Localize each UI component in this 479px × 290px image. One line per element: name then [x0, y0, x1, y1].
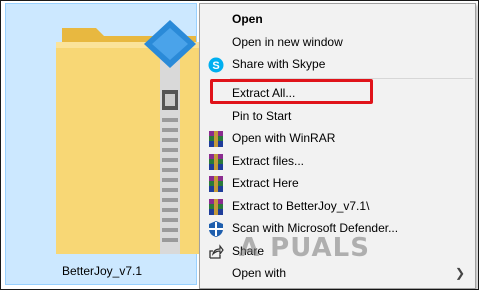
menu-item-share-with-skype[interactable]: S Share with Skype: [200, 53, 475, 76]
menu-item-label: Open with: [232, 266, 287, 280]
menu-item-extract-here[interactable]: Extract Here: [200, 172, 475, 195]
chevron-right-icon: ❯: [454, 266, 465, 280]
menu-item-open-with[interactable]: Open with ❯: [200, 262, 475, 285]
menu-item-label: Open in new window: [232, 35, 343, 49]
svg-text:S: S: [212, 60, 219, 72]
menu-item-label: Open: [232, 12, 263, 26]
winrar-icon: [209, 199, 223, 215]
winrar-icon: [209, 154, 223, 170]
watermark-logo: A PUALS: [239, 233, 370, 263]
winrar-icon: [209, 131, 223, 147]
winrar-icon: [209, 176, 223, 192]
file-name-label: BetterJoy_v7.1: [61, 264, 143, 278]
zip-folder-icon: [56, 20, 202, 254]
menu-item-extract-to-folder[interactable]: Extract to BetterJoy_v7.1\: [200, 195, 475, 218]
menu-item-open-new-window[interactable]: Open in new window: [200, 31, 475, 54]
share-icon: [209, 244, 224, 259]
menu-item-pin-to-start[interactable]: Pin to Start: [200, 105, 475, 128]
menu-item-label: Open with WinRAR: [232, 131, 336, 145]
menu-item-open-with-winrar[interactable]: Open with WinRAR: [200, 127, 475, 150]
explorer-window: BetterJoy_v7.1 Open Open in new window S…: [0, 0, 479, 290]
defender-shield-icon: [209, 221, 223, 237]
menu-item-label: Extract to BetterJoy_v7.1\: [232, 199, 370, 213]
menu-item-extract-files[interactable]: Extract files...: [200, 150, 475, 173]
menu-item-label: Extract files...: [232, 154, 305, 168]
menu-item-label: Pin to Start: [232, 109, 292, 123]
file-item[interactable]: BetterJoy_v7.1: [5, 3, 202, 285]
menu-item-open[interactable]: Open: [200, 8, 475, 31]
extract-all-highlight-box: [210, 79, 373, 104]
menu-item-label: Share with Skype: [232, 57, 326, 71]
menu-item-label: Extract Here: [232, 176, 299, 190]
skype-icon: S: [208, 57, 224, 73]
